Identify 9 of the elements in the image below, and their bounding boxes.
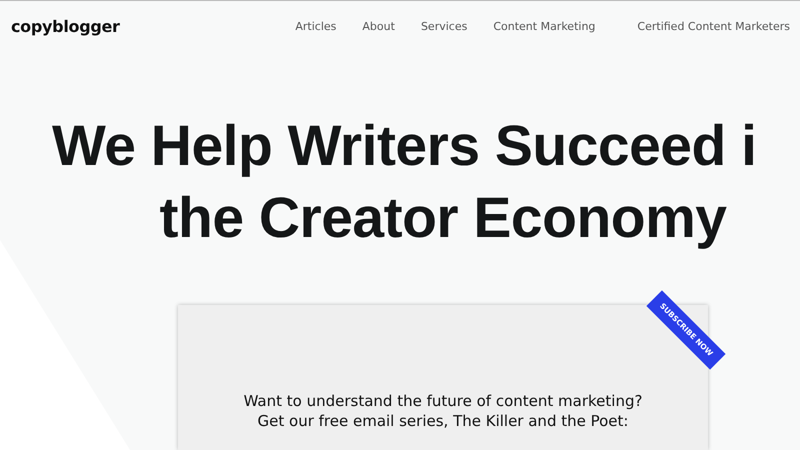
nav-link[interactable]: Content Marketing [493,20,596,33]
nav-link[interactable]: Articles [295,20,336,33]
headline-line: We Help Writers Succeed i [51,113,758,180]
nav-link[interactable]: Services [420,20,468,33]
headline-line: the Creator Economy [158,185,728,252]
site-logo[interactable]: copyblogger [11,17,120,36]
promo-text: Want to understand the future of content marketing? Get our free email series, The Killer and the Poet: [242,391,644,431]
nav-link[interactable]: About [362,20,395,33]
nav-link[interactable]: Certified Content Marketers [637,20,790,33]
